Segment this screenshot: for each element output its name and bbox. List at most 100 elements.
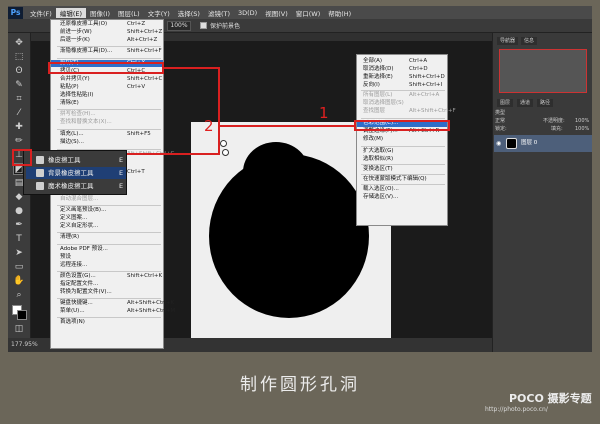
eraser-icon	[36, 182, 44, 190]
menu-item-label: 菜单(U)...	[60, 308, 85, 314]
menu-item[interactable]: 滤镜(T)	[204, 8, 234, 18]
edit-menu-item[interactable]: 菜单(U)... Alt+Shift+Ctrl+M	[51, 308, 175, 315]
quick-select-tool-icon[interactable]: ✎	[13, 79, 25, 91]
lasso-tool-icon[interactable]: ʘ	[13, 65, 25, 77]
edit-menu-item[interactable]: 描边(S)...	[51, 139, 163, 146]
menu-item-shortcut: Shift+Ctrl+Z	[127, 29, 163, 35]
context-menu-item[interactable]: 载入选区(O)...	[357, 186, 447, 193]
edit-menu-item[interactable]: 渐隐橡皮擦工具(D)... Shift+Ctrl+F	[51, 48, 163, 55]
edit-menu-item[interactable]: 拼写检查(H)...	[51, 111, 163, 118]
eyedropper-tool-icon[interactable]: ⁄	[13, 107, 25, 119]
brush-size-field[interactable]: 100%	[167, 21, 191, 31]
edit-menu-item[interactable]: 前进一步(W) Shift+Ctrl+Z	[51, 29, 163, 36]
menu-item-label: 所有图层(L)	[363, 92, 393, 98]
menu-separator	[57, 298, 161, 299]
menu-item-label: 取消选择(D)	[363, 66, 394, 72]
context-menu-item[interactable]: 查找图层 Alt+Shift+Ctrl+F	[357, 108, 456, 115]
context-menu-item[interactable]: 取消选择图层(S)	[357, 100, 447, 107]
context-menu-item[interactable]: 选取相似(R)	[357, 156, 447, 163]
tab-channels[interactable]: 通道	[517, 99, 534, 107]
zoom-tool-icon[interactable]: ⌕	[13, 289, 25, 301]
menu-separator	[57, 317, 161, 318]
edit-menu-item[interactable]: Adobe PDF 预设...	[51, 246, 163, 253]
context-menu-item[interactable]: 扩大选取(G)	[357, 148, 447, 155]
blend-mode-select[interactable]: 正常	[495, 118, 505, 124]
edit-menu-item[interactable]: 清除(E)	[51, 100, 163, 107]
pen-tool-icon[interactable]: ✒	[13, 219, 25, 231]
edit-menu-item[interactable]: 自动混合图层...	[51, 196, 163, 203]
crop-tool-icon[interactable]: ⌗	[13, 93, 25, 105]
edit-menu-item[interactable]: 定义画笔预设(B)...	[51, 207, 163, 214]
navigator-preview[interactable]	[499, 49, 587, 93]
dodge-tool-icon[interactable]: ●	[13, 205, 25, 217]
menu-item[interactable]: 文件(F)	[26, 8, 56, 18]
menu-item[interactable]: 编辑(E)	[55, 7, 86, 18]
edit-menu-item[interactable]: 粘贴(P) Ctrl+V	[51, 84, 163, 91]
menu-item[interactable]: 选择(S)	[174, 8, 204, 18]
edit-menu-item[interactable]: 选择性粘贴(I)	[51, 92, 163, 99]
edit-menu-item[interactable]: 合并拷贝(Y) Shift+Ctrl+C	[51, 76, 163, 83]
menu-item-label: 自动混合图层...	[60, 196, 99, 202]
menu-item[interactable]: 帮助(H)	[324, 8, 355, 18]
menu-item[interactable]: 图像(I)	[86, 8, 114, 18]
menu-item-shortcut: Alt+Ctrl+A	[409, 92, 440, 98]
edit-menu-item[interactable]: 转换为配置文件(V)...	[51, 289, 163, 296]
protect-foreground-checkbox[interactable]	[200, 22, 207, 29]
tab-paths[interactable]: 路径	[537, 99, 554, 107]
edit-menu-item[interactable]: 指定配置文件...	[51, 281, 163, 288]
menu-item[interactable]: 图层(L)	[114, 8, 144, 18]
menu-item[interactable]: 视图(V)	[261, 8, 292, 18]
context-menu-item[interactable]: 在快速蒙版模式下编辑(Q)	[357, 176, 447, 183]
marquee-tool-icon[interactable]: ⬚	[13, 51, 25, 63]
edit-menu-item[interactable]: 定义图案...	[51, 215, 163, 222]
flyout-item-label: 橡皮擦工具	[48, 156, 81, 164]
menu-separator	[361, 164, 445, 165]
tab-info[interactable]: 信息	[521, 37, 538, 45]
menu-item-label: 取消选择图层(S)	[363, 100, 404, 106]
menu-item[interactable]: 文字(Y)	[144, 8, 174, 18]
annotation-line	[127, 153, 220, 155]
context-menu-item[interactable]: 取消选择(D) Ctrl+D	[357, 66, 447, 73]
quick-mask-icon[interactable]: ◫	[13, 323, 25, 335]
opacity-value[interactable]: 100%	[575, 117, 589, 125]
edit-menu-item[interactable]: 预设	[51, 254, 163, 261]
edit-menu-item[interactable]: 键盘快捷键... Alt+Shift+Ctrl+K	[51, 300, 174, 307]
context-menu-item[interactable]: 变换选区(T)	[357, 166, 447, 173]
shape-tool-icon[interactable]: ▭	[13, 261, 25, 273]
context-menu-item[interactable]: 重新选择(E) Shift+Ctrl+D	[357, 74, 447, 81]
menu-item[interactable]: 3D(D)	[234, 9, 261, 17]
context-menu-item[interactable]: 存储选区(V)...	[357, 194, 447, 201]
fill-value[interactable]: 100%	[575, 125, 589, 133]
background-color-swatch[interactable]	[17, 310, 27, 320]
brush-tool-icon[interactable]: ✏	[13, 135, 25, 147]
layer-row[interactable]: ◉ 图层 0	[494, 135, 592, 152]
edit-menu-item[interactable]: 远程连接...	[51, 262, 163, 269]
hand-tool-icon[interactable]: ✋	[13, 275, 25, 287]
path-select-icon[interactable]: ➤	[13, 247, 25, 259]
edit-menu-item[interactable]: 首选项(N)	[51, 319, 163, 326]
healing-brush-icon[interactable]: ✚	[13, 121, 25, 133]
eye-icon[interactable]: ◉	[496, 135, 501, 152]
context-menu-item[interactable]: 修改(M)	[357, 136, 447, 143]
flyout-tool-item[interactable]: 橡皮擦工具 E	[26, 154, 126, 166]
layer-thumbnail	[506, 138, 517, 149]
type-tool-icon[interactable]: T	[13, 233, 25, 245]
tab-navigator[interactable]: 导航器	[497, 37, 519, 45]
edit-menu-item[interactable]: 清理(R)	[51, 234, 163, 241]
edit-menu-item[interactable]: 查找和替换文本(X)...	[51, 119, 163, 126]
layer-kind-filter[interactable]: 类型	[495, 110, 505, 116]
edit-menu-item[interactable]: 填充(L)... Shift+F5	[51, 131, 163, 138]
tab-layers[interactable]: 图层	[497, 99, 514, 107]
move-tool-icon[interactable]: ✥	[13, 37, 25, 49]
menu-item[interactable]: 窗口(W)	[292, 8, 325, 18]
edit-menu-item[interactable]: 后退一步(K) Alt+Ctrl+Z	[51, 37, 163, 44]
edit-menu-item[interactable]: 定义自定形状...	[51, 223, 163, 230]
context-menu-item[interactable]: 反向(I) Shift+Ctrl+I	[357, 82, 447, 89]
context-menu-item[interactable]: 所有图层(L) Alt+Ctrl+A	[357, 92, 447, 99]
context-menu-item[interactable]: 全部(A) Ctrl+A	[357, 58, 447, 65]
menu-item-label: 定义自定形状...	[60, 223, 99, 229]
flyout-tool-item[interactable]: 背景橡皮擦工具 E	[26, 167, 126, 179]
edit-menu-item[interactable]: 还原橡皮擦工具(O) Ctrl+Z	[51, 21, 163, 28]
flyout-tool-item[interactable]: 魔术橡皮擦工具 E	[26, 180, 126, 192]
edit-menu-item[interactable]: 颜色设置(G)... Shift+Ctrl+K	[51, 273, 163, 280]
